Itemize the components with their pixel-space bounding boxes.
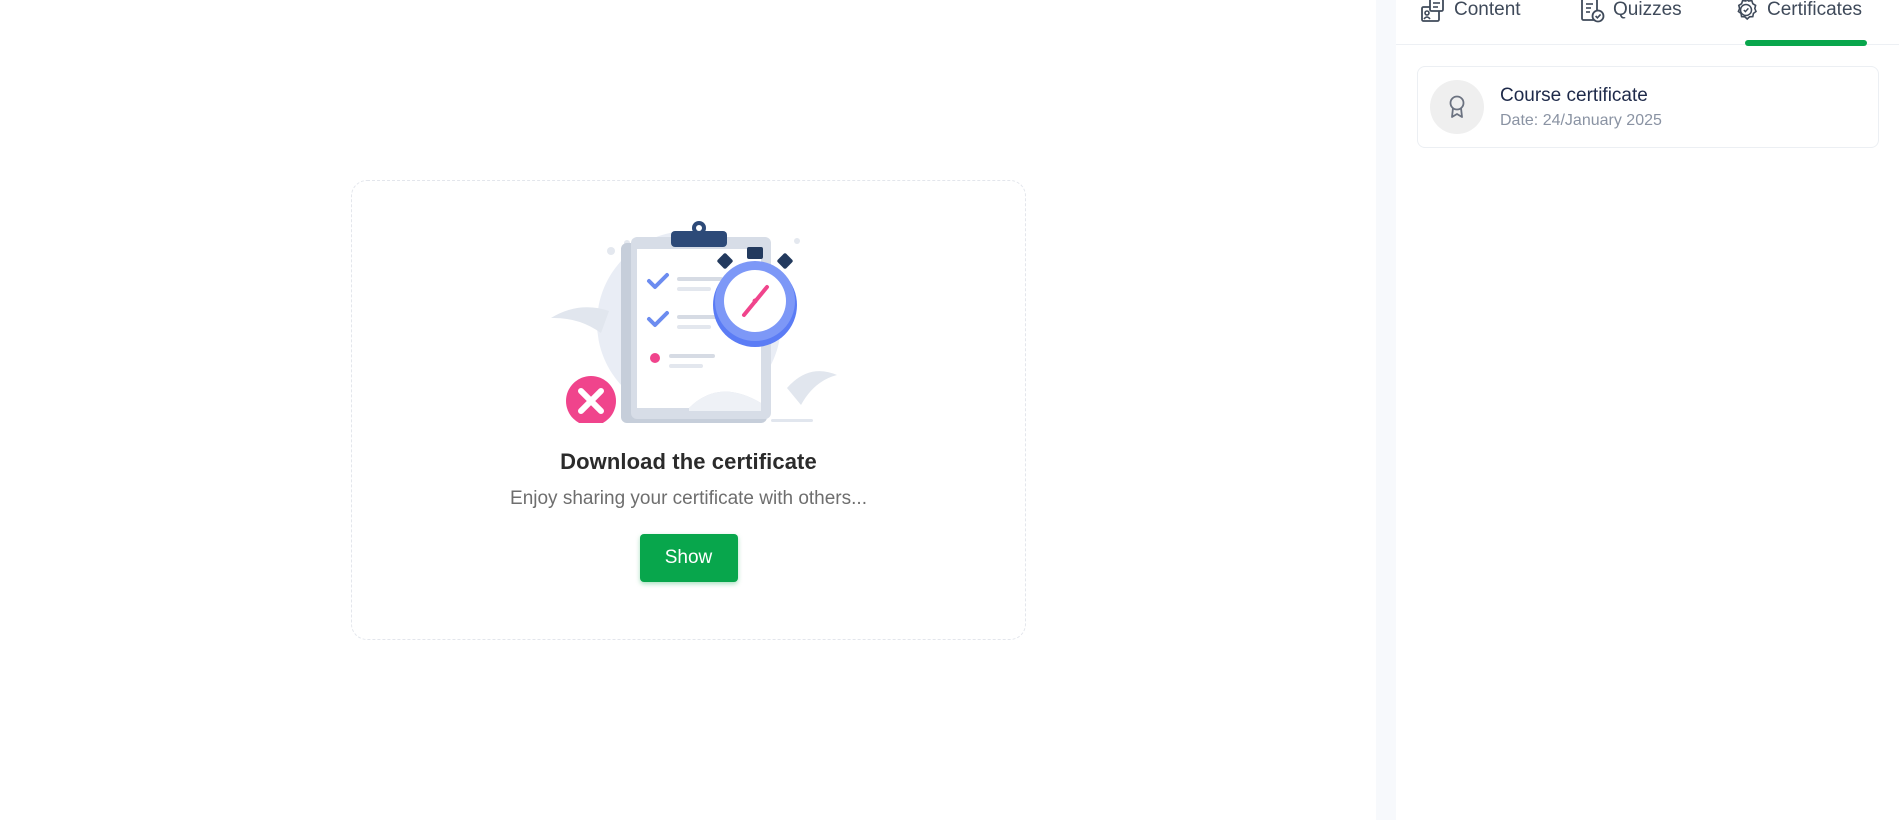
sidebar-tabs: Content Quizzes Certificates bbox=[1396, 0, 1899, 46]
main-content: Download the certificate Enjoy sharing y… bbox=[0, 0, 1376, 820]
sidebar-gutter bbox=[1376, 0, 1396, 820]
certificate-icon bbox=[1737, 0, 1757, 21]
certificate-list-item[interactable]: Course certificate Date: 24/January 2025 bbox=[1417, 66, 1879, 148]
tab-quizzes[interactable]: Quizzes bbox=[1579, 0, 1682, 44]
course-sidebar: Content Quizzes Certificates Course cert… bbox=[1396, 0, 1899, 820]
content-icon bbox=[1421, 0, 1444, 22]
tab-quizzes-label: Quizzes bbox=[1613, 0, 1682, 20]
certificate-date: Date: 24/January 2025 bbox=[1500, 112, 1662, 129]
empty-state-title: Download the certificate bbox=[560, 449, 817, 474]
tab-content-label: Content bbox=[1454, 0, 1521, 20]
quiz-icon bbox=[1581, 0, 1605, 23]
empty-state-subtitle: Enjoy sharing your certificate with othe… bbox=[510, 488, 867, 509]
tab-content[interactable]: Content bbox=[1420, 0, 1521, 44]
certificate-title: Course certificate bbox=[1500, 85, 1648, 106]
tab-certificates-label: Certificates bbox=[1767, 0, 1863, 20]
clipboard-stopwatch-illustration bbox=[550, 221, 837, 423]
certificate-empty-state: Download the certificate Enjoy sharing y… bbox=[351, 180, 1026, 640]
award-avatar bbox=[1430, 80, 1484, 134]
award-icon bbox=[1449, 95, 1465, 118]
show-certificate-button[interactable]: Show bbox=[639, 534, 738, 582]
tab-certificates[interactable]: Certificates bbox=[1733, 0, 1862, 44]
active-tab-indicator bbox=[1745, 40, 1867, 46]
